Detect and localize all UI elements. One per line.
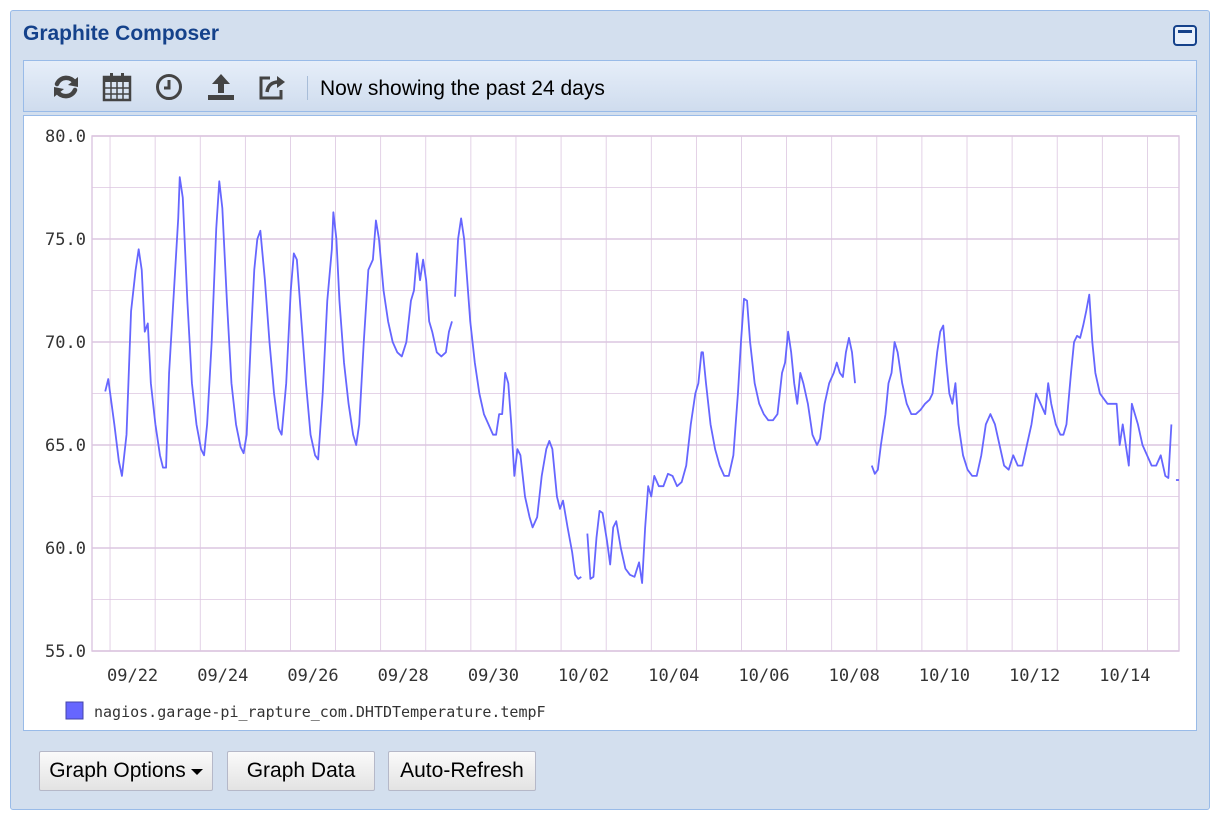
share-icon[interactable] — [256, 71, 288, 103]
temperature-line-chart: 80.0 75.0 70.0 65.0 60.0 55.0 09/22 09/24 09/26 0… — [45, 127, 1180, 721]
x-tick-label: 09/28 — [378, 666, 429, 686]
y-tick-label: 55.0 — [45, 642, 86, 662]
refresh-icon[interactable] — [50, 71, 82, 103]
x-tick-label: 10/12 — [1009, 666, 1060, 686]
graph-panel: 80.0 75.0 70.0 65.0 60.0 55.0 09/22 09/24 09/26 0… — [23, 115, 1197, 731]
graphite-composer-window: Graphite Composer Now showing the past 2… — [10, 10, 1210, 810]
clock-icon[interactable] — [153, 71, 185, 103]
graph-data-label: Graph Data — [246, 759, 356, 782]
toolbar-separator — [307, 76, 308, 100]
x-tick-label: 09/24 — [197, 666, 248, 686]
legend-label: nagios.garage-pi_rapture_com.DHTDTempera… — [94, 703, 546, 721]
auto-refresh-button[interactable]: Auto-Refresh — [388, 751, 536, 791]
toolbar: Now showing the past 24 days — [23, 60, 1197, 112]
y-tick-label: 65.0 — [45, 436, 86, 456]
legend-swatch — [65, 701, 84, 720]
graph-data-button[interactable]: Graph Data — [227, 751, 375, 791]
x-tick-label: 10/10 — [919, 666, 970, 686]
y-tick-label: 60.0 — [45, 539, 86, 559]
time-range-status: Now showing the past 24 days — [320, 77, 605, 100]
maximize-button[interactable] — [1173, 25, 1197, 46]
calendar-icon[interactable] — [101, 71, 133, 103]
series-line — [104, 176, 453, 477]
upload-icon[interactable] — [205, 71, 237, 103]
x-tick-label: 09/26 — [287, 666, 338, 686]
window-titlebar: Graphite Composer — [11, 11, 1209, 57]
x-tick-label: 10/02 — [558, 666, 609, 686]
auto-refresh-label: Auto-Refresh — [400, 759, 524, 782]
series-line — [870, 293, 1173, 479]
x-tick-label: 10/14 — [1099, 666, 1150, 686]
y-tick-label: 80.0 — [45, 127, 86, 147]
series-line — [454, 217, 582, 580]
x-tick-label: 10/04 — [648, 666, 699, 686]
window-title: Graphite Composer — [23, 22, 220, 45]
y-tick-label: 70.0 — [45, 333, 86, 353]
graph-options-button[interactable]: Graph Options — [39, 751, 213, 791]
y-tick-label: 75.0 — [45, 230, 86, 250]
x-tick-label: 10/08 — [829, 666, 880, 686]
x-tick-label: 09/22 — [107, 666, 158, 686]
graph-options-label: Graph Options — [49, 759, 186, 782]
chevron-down-icon — [190, 769, 203, 775]
x-tick-label: 10/06 — [738, 666, 789, 686]
x-tick-label: 09/30 — [468, 666, 519, 686]
